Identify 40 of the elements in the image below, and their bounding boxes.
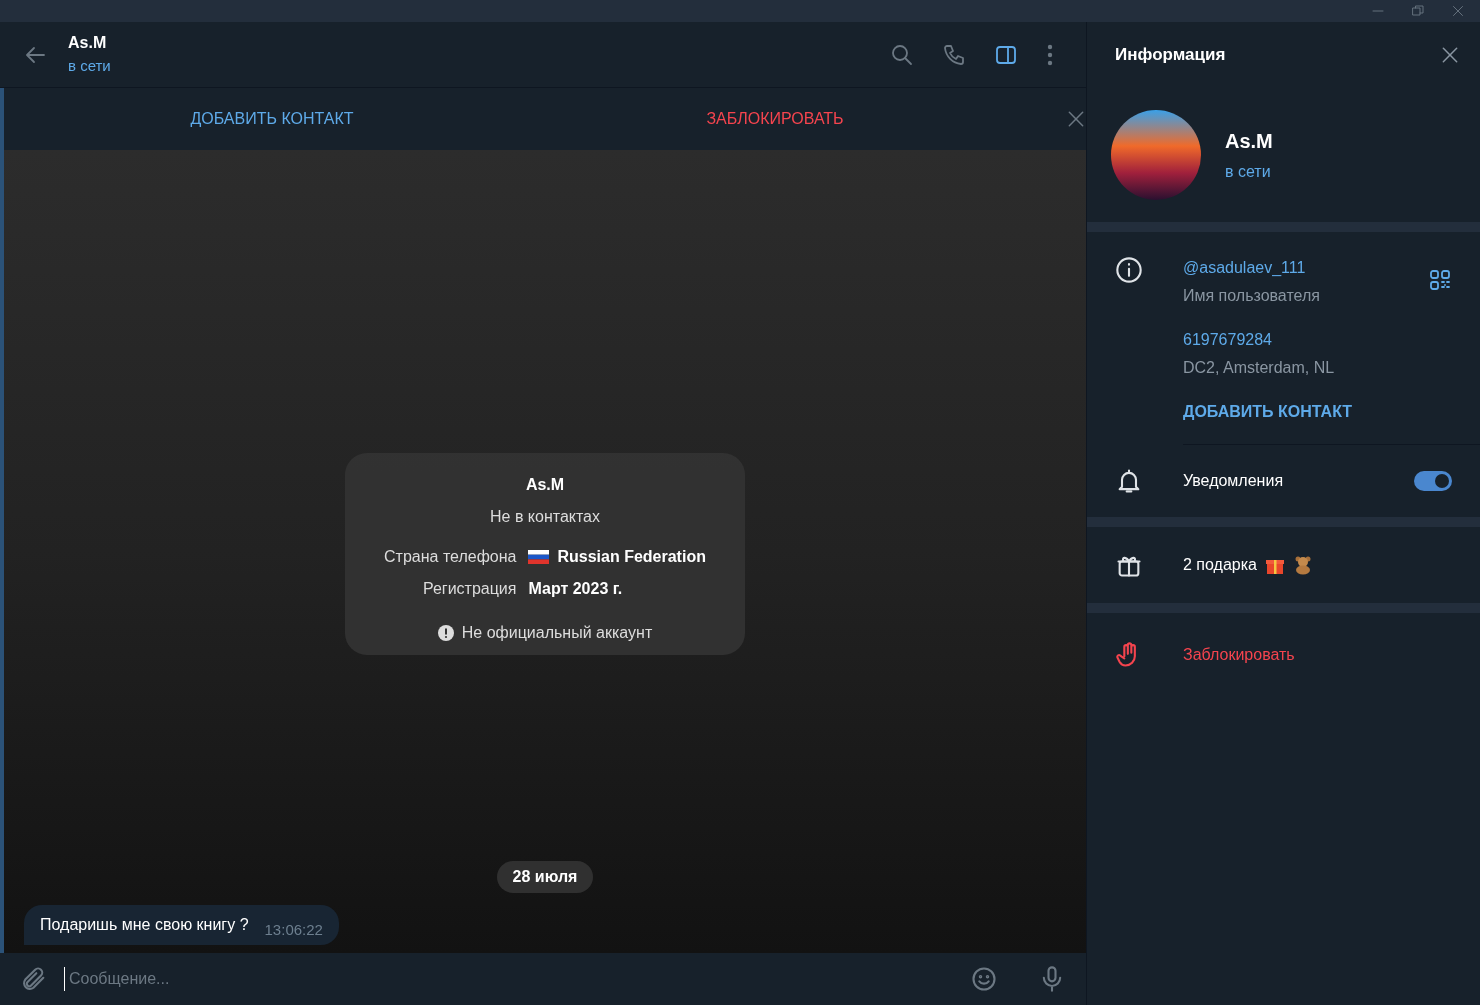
exclamation-icon [437, 625, 454, 641]
card-note: Не официальный аккаунт [461, 623, 653, 643]
chat-title: As.M [68, 33, 108, 54]
notifications-label: Уведомления [1183, 471, 1285, 491]
message-text: Подаришь мне свою книгу ? [40, 915, 249, 935]
username-label: Имя пользователя [1183, 286, 1320, 306]
info-label: Регистрация [421, 579, 517, 599]
search-icon[interactable] [890, 42, 914, 67]
info-value: Март 2023 г. [528, 579, 623, 599]
user-id[interactable]: 6197679284 [1183, 328, 1452, 352]
close-icon[interactable] [1440, 45, 1460, 65]
card-name: As.M [525, 475, 565, 495]
phone-icon[interactable] [942, 42, 966, 67]
gifts-count[interactable]: 2 подарка [1183, 553, 1257, 577]
date-badge: 28 июля [496, 861, 594, 893]
info-value: Russian Federation [557, 547, 706, 567]
notifications-toggle[interactable] [1414, 471, 1452, 491]
username[interactable]: @asadulaev_111 [1183, 256, 1320, 280]
block-user-button[interactable]: Заблокировать [1183, 643, 1295, 667]
block-button[interactable]: ЗАБЛОКИРОВАТЬ [540, 88, 1010, 150]
profile-name: As.M [1225, 129, 1273, 154]
close-icon[interactable] [1452, 5, 1464, 17]
card-subtitle: Не в контактах [490, 507, 600, 527]
composer-bar[interactable]: Сообщение... [0, 953, 1086, 1005]
close-icon[interactable] [1066, 109, 1086, 129]
add-contact-link[interactable]: ДОБАВИТЬ КОНТАКТ [1183, 400, 1353, 424]
chat-status: в сети [68, 56, 112, 77]
info-icon [1115, 256, 1143, 284]
profile-status: в сети [1225, 162, 1272, 182]
message-time: 13:06:22 [264, 919, 323, 940]
qr-code-icon[interactable] [1428, 268, 1452, 292]
info-label: Страна телефона [384, 547, 517, 567]
restore-icon[interactable] [1412, 5, 1424, 17]
datacenter: DC2, Amsterdam, NL [1183, 358, 1336, 378]
more-icon[interactable] [1046, 42, 1054, 67]
message-input[interactable]: Сообщение... [64, 967, 954, 991]
add-contact-button[interactable]: ДОБАВИТЬ КОНТАКТ [4, 88, 540, 150]
flag-icon [528, 550, 550, 564]
panel-title: Информация [1115, 44, 1227, 67]
smiley-icon[interactable] [970, 965, 998, 993]
